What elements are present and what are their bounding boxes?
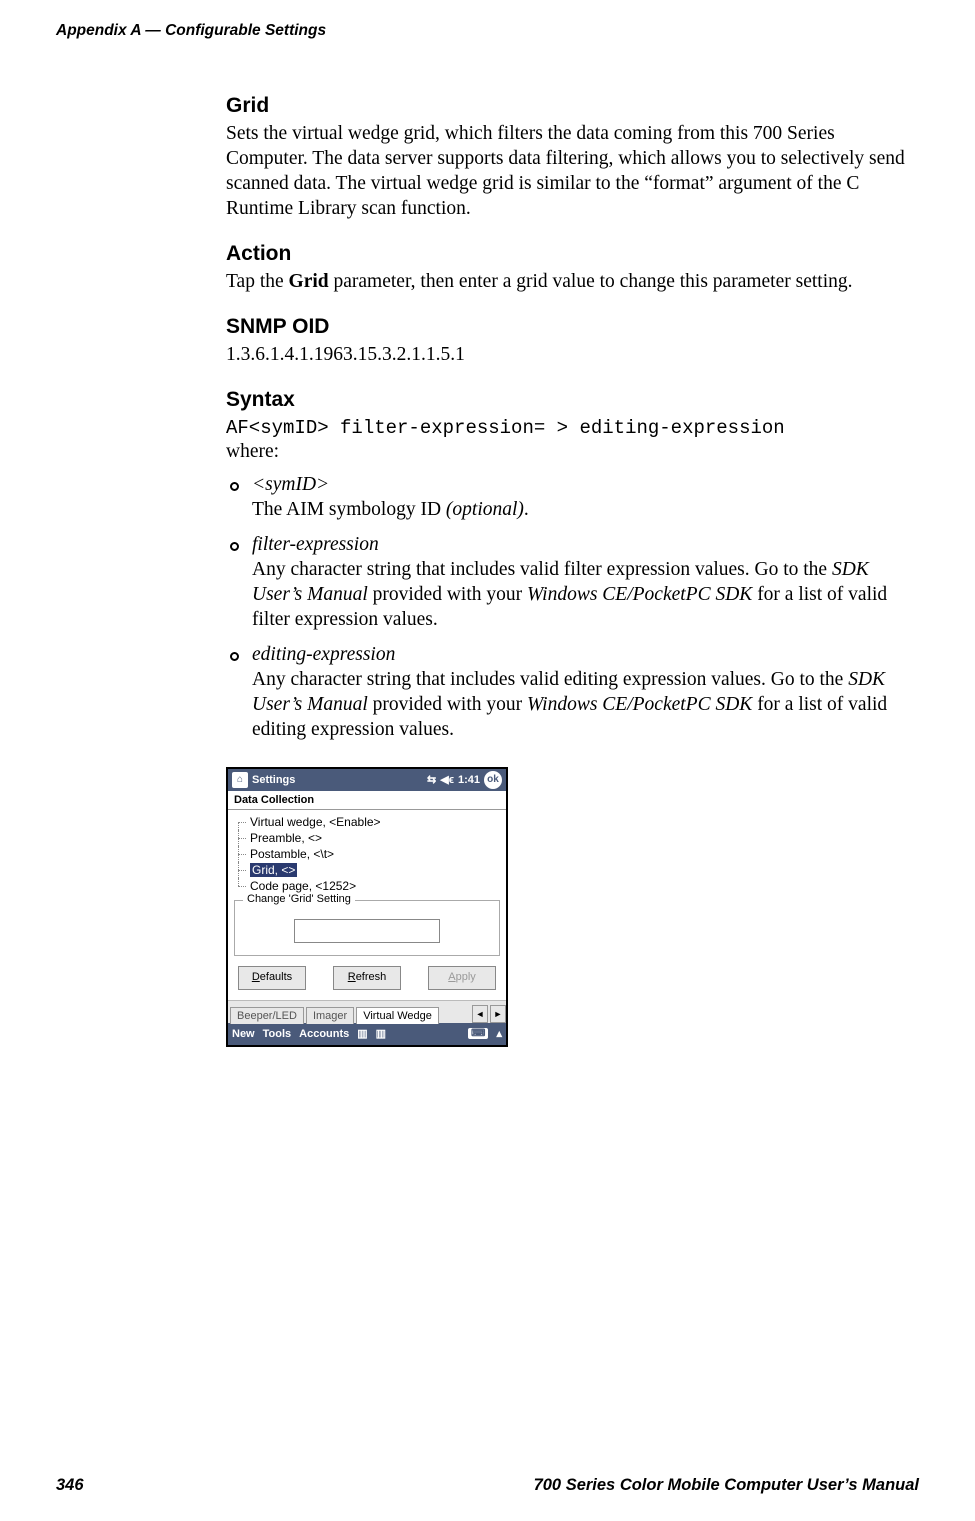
bullet-body: Any character string that includes valid…	[252, 558, 916, 633]
tab-virtual-wedge[interactable]: Virtual Wedge	[356, 1007, 439, 1024]
apply-button: Apply	[428, 966, 496, 990]
text: provided with your	[368, 694, 527, 715]
footer-title: 700 Series Color Mobile Computer User’s …	[534, 1476, 919, 1495]
tree-row-grid[interactable]: Grid, <>	[238, 862, 500, 878]
bullet-term: filter-expression	[252, 533, 916, 558]
list-item: <symID> The AIM symbology ID (optional).	[226, 473, 916, 523]
heading-snmp: SNMP OID	[226, 315, 916, 339]
btn-rest: pply	[456, 971, 476, 983]
refresh-button[interactable]: Refresh	[333, 966, 401, 990]
grid-value-input[interactable]	[294, 919, 440, 943]
tree-label: Grid, <>	[250, 863, 297, 877]
btn-rest: efresh	[356, 971, 387, 983]
tree-row-virtual-wedge[interactable]: Virtual wedge, <Enable>	[238, 814, 500, 830]
toolbar-icon[interactable]: ▥	[357, 1027, 367, 1040]
list-item: editing-expression Any character string …	[226, 643, 916, 743]
snmp-value: 1.3.6.1.4.1.1963.15.3.2.1.1.5.1	[226, 343, 916, 368]
text: provided with your	[368, 584, 527, 605]
text: Any character string that includes valid…	[252, 669, 848, 690]
ppc-titlebar: ⌂ Settings ⇆ ◀ϵ 1:41 ok	[228, 769, 506, 791]
btn-rest: efaults	[260, 971, 292, 983]
syntax-bullets: <symID> The AIM symbology ID (optional).…	[226, 473, 916, 743]
tree-label: Code page, <1252>	[250, 879, 356, 893]
btn-accel: D	[252, 971, 260, 983]
ppc-app-title: Data Collection	[228, 791, 506, 810]
text-ital: (optional)	[446, 499, 524, 520]
menu-tools[interactable]: Tools	[263, 1028, 292, 1040]
text-ital: Windows CE/PocketPC SDK	[527, 584, 752, 605]
tab-beeper-led[interactable]: Beeper/LED	[230, 1007, 304, 1024]
status-icons: ⇆ ◀ϵ 1:41 ok	[427, 771, 502, 789]
clock-time: 1:41	[458, 774, 480, 786]
list-item: filter-expression Any character string t…	[226, 533, 916, 633]
text: The AIM symbology ID	[252, 499, 446, 520]
ppc-tabs: Beeper/LED Imager Virtual Wedge ◄ ►	[228, 1000, 506, 1023]
para-action: Tap the Grid parameter, then enter a gri…	[226, 270, 916, 295]
change-grid-group: Change 'Grid' Setting	[234, 900, 500, 956]
speaker-icon: ◀ϵ	[440, 773, 454, 786]
text-ital: Windows CE/PocketPC SDK	[527, 694, 752, 715]
para-grid: Sets the virtual wedge grid, which filte…	[226, 122, 916, 222]
pocketpc-screenshot: ⌂ Settings ⇆ ◀ϵ 1:41 ok Data Collection …	[226, 767, 508, 1047]
tab-scroll-right[interactable]: ►	[490, 1005, 506, 1023]
toolbar-icon[interactable]: ▥	[376, 1027, 386, 1040]
text: Any character string that includes valid…	[252, 559, 832, 580]
start-icon[interactable]: ⌂	[232, 772, 248, 788]
text: .	[524, 499, 529, 520]
bullet-term: <symID>	[252, 473, 916, 498]
bullet-body: The AIM symbology ID (optional).	[252, 498, 916, 523]
heading-action: Action	[226, 242, 916, 266]
tree-row-codepage[interactable]: Code page, <1252>	[238, 878, 500, 894]
tree-row-preamble[interactable]: Preamble, <>	[238, 830, 500, 846]
syntax-where: where:	[226, 440, 916, 465]
bullet-body: Any character string that includes valid…	[252, 668, 916, 743]
tree-row-postamble[interactable]: Postamble, <\t>	[238, 846, 500, 862]
up-arrow-icon[interactable]: ▴	[496, 1027, 502, 1040]
tree-label: Virtual wedge, <Enable>	[250, 815, 381, 829]
page-number: 346	[56, 1476, 84, 1495]
action-bold: Grid	[289, 271, 329, 292]
defaults-button[interactable]: Defaults	[238, 966, 306, 990]
menu-accounts[interactable]: Accounts	[299, 1028, 349, 1040]
btn-accel: R	[348, 971, 356, 983]
btn-accel: A	[448, 971, 455, 983]
tab-scroll-left[interactable]: ◄	[472, 1005, 488, 1023]
syntax-code: AF<symID> filter-expression= > editing-e…	[226, 416, 916, 440]
settings-tree[interactable]: Virtual wedge, <Enable> Preamble, <> Pos…	[228, 810, 506, 898]
action-post: parameter, then enter a grid value to ch…	[329, 271, 853, 292]
ppc-bottombar: New Tools Accounts ▥ ▥ ⌨ ▴	[228, 1023, 506, 1045]
heading-syntax: Syntax	[226, 388, 916, 412]
running-header: Appendix A — Configurable Settings	[56, 22, 919, 40]
ppc-title: Settings	[252, 774, 295, 786]
menu-new[interactable]: New	[232, 1028, 255, 1040]
heading-grid: Grid	[226, 94, 916, 118]
ok-button[interactable]: ok	[484, 771, 502, 789]
tree-label: Postamble, <\t>	[250, 847, 334, 861]
action-pre: Tap the	[226, 271, 289, 292]
bullet-term: editing-expression	[252, 643, 916, 668]
connection-icon: ⇆	[427, 773, 436, 786]
keyboard-icon[interactable]: ⌨	[468, 1028, 488, 1039]
tree-label: Preamble, <>	[250, 831, 322, 845]
tab-imager[interactable]: Imager	[306, 1007, 354, 1024]
group-legend: Change 'Grid' Setting	[243, 893, 355, 905]
